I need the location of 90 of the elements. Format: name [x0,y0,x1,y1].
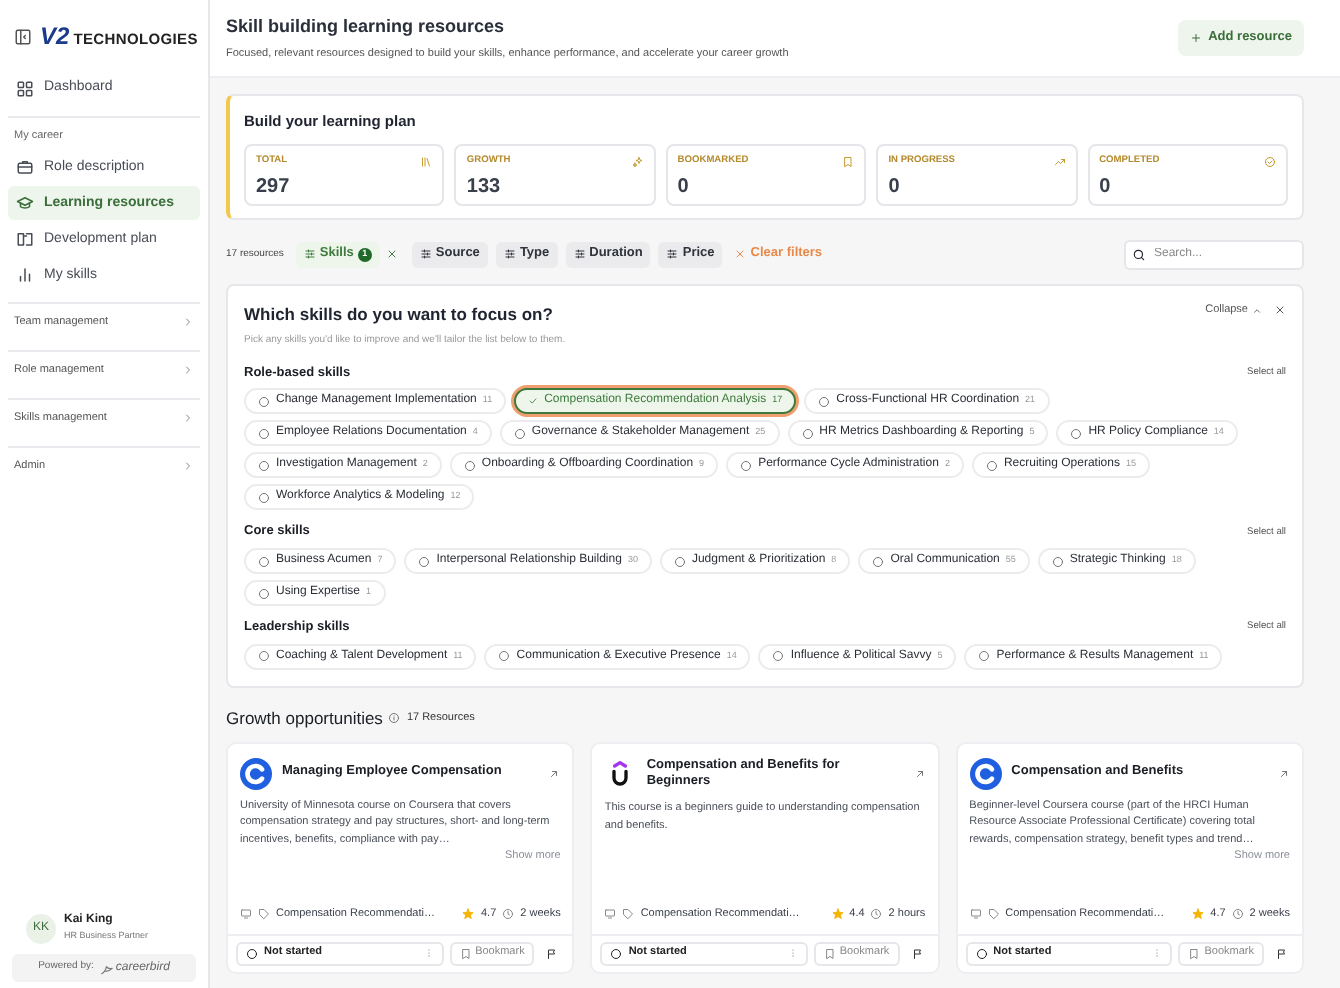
radio-icon [985,459,998,472]
close-icon [1274,304,1286,317]
chevron-icon [182,364,194,377]
trend-up-icon [1053,155,1066,168]
stat-value: 0 [1099,174,1113,203]
course-logo-icon [240,757,272,789]
stat-value: 0 [888,174,902,203]
page-title: Skill building learning resources [226,14,507,41]
library-icon [420,155,433,168]
star-icon [831,908,844,921]
stat-value: 297 [256,174,292,203]
monitor-icon [604,908,617,921]
star-icon [1192,908,1205,921]
remove-filter-button[interactable] [385,248,398,261]
briefcase-icon [16,158,34,177]
circle-icon [975,947,988,959]
section-title: Growth opportunities [226,705,383,731]
clock-icon [1231,908,1244,921]
external-link-icon [913,768,926,781]
stat-value: 133 [466,174,503,203]
clock-icon [502,908,515,921]
flag-icon [911,947,924,959]
external-link-icon [548,767,561,779]
radio-icon [772,650,785,663]
monitor-icon [240,908,252,921]
bookmark-icon [842,155,855,168]
graduation-cap-icon [16,194,34,213]
bookmark-icon [823,947,836,959]
bookmark-icon [459,947,472,959]
monitor-icon [969,908,982,921]
book-icon [16,230,34,249]
tag-icon [987,908,1000,921]
grid-icon [16,80,34,98]
radio-icon [1051,555,1064,567]
search-icon [1132,247,1146,262]
chevron-icon [182,316,194,329]
radio-icon [463,459,476,472]
sliders-icon [503,248,516,261]
sidebar-toggle-icon [14,27,32,45]
radio-icon [258,555,270,567]
radio-icon [258,491,270,504]
circle-icon [246,947,258,959]
clock-icon [870,908,883,921]
sliders-icon [573,248,586,261]
kebab-icon [1152,948,1163,958]
sliders-icon [666,248,679,261]
external-link-icon [1277,767,1290,779]
bird-icon [99,961,114,975]
check-icon [528,396,539,407]
star-icon [462,908,475,921]
close-icon [734,248,747,261]
radio-icon [258,587,270,599]
radio-icon [673,555,686,567]
kebab-icon [787,948,798,958]
course-logo-icon [969,757,1002,789]
bookmark-icon [1188,947,1201,959]
chevron-up-icon [1252,305,1262,316]
radio-icon [498,650,511,663]
chevron-icon [182,412,194,425]
sliders-icon [419,248,432,261]
radio-icon [418,555,431,567]
stat-value: 0 [677,174,691,203]
tag-icon [622,908,635,921]
radio-icon [513,427,526,440]
radio-icon [258,395,270,408]
flag-icon [1275,947,1288,959]
plus-icon [1190,32,1203,44]
radio-icon [258,459,270,472]
kebab-icon [423,948,434,958]
bar-chart-icon [16,266,34,285]
circle-icon [610,947,623,959]
radio-icon [801,427,814,440]
close-button[interactable] [1274,304,1286,317]
radio-icon [740,459,753,472]
panel-title: Which skills do you want to focus on? [244,302,555,328]
sparkle-icon [631,155,644,168]
radio-icon [1070,427,1083,440]
radio-icon [818,395,831,408]
logo-mark: V2 [40,20,70,54]
flag-icon [546,947,559,959]
sliders-icon [303,248,316,261]
radio-icon [258,427,270,440]
radio-icon [258,650,270,663]
check-circle-icon [1264,155,1276,168]
tag-icon [258,908,270,921]
chevron-icon [182,460,194,473]
radio-icon [978,650,991,663]
radio-icon [872,555,885,567]
close-icon [385,248,398,261]
info-icon [388,712,401,725]
